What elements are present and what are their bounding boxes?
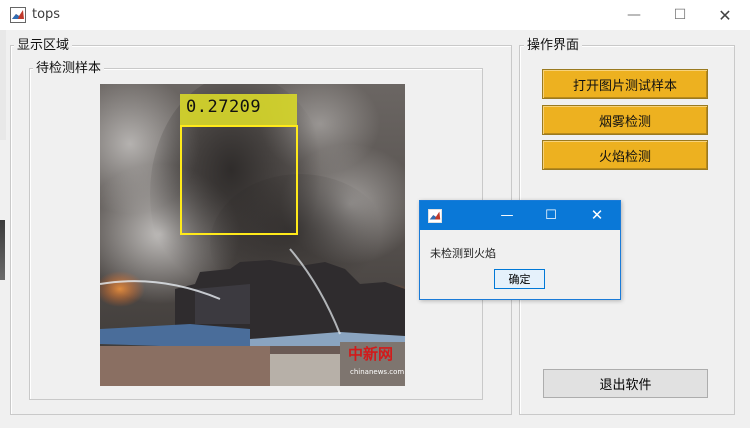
dialog-ok-button[interactable]: 确定 — [494, 269, 545, 289]
sample-panel-title: 待检测样本 — [33, 61, 105, 76]
matlab-app-icon — [428, 208, 442, 223]
detection-bounding-box — [180, 125, 298, 235]
exit-button[interactable]: 退出软件 — [543, 369, 708, 398]
watermark-logo: 中新网 — [348, 345, 394, 363]
operations-panel-title: 操作界面 — [524, 38, 583, 53]
watermark-sub: chinanews.com — [350, 368, 405, 376]
dialog-message: 未检测到火焰 — [430, 247, 496, 260]
dialog-minimize-button[interactable]: — — [498, 206, 516, 224]
background-window-edge-dark — [0, 220, 5, 280]
message-dialog: — ☐ ✕ 未检测到火焰 确定 — [419, 200, 621, 300]
open-image-button[interactable]: 打开图片测试样本 — [542, 69, 708, 99]
minimize-button[interactable]: — — [624, 6, 644, 24]
smoke-detect-button[interactable]: 烟雾检测 — [542, 105, 708, 135]
display-area-title: 显示区域 — [14, 38, 73, 53]
detection-score: 0.27209 — [186, 97, 262, 117]
close-button[interactable]: ✕ — [715, 6, 735, 25]
window-title: tops — [32, 7, 61, 22]
background-window-edge — [0, 30, 6, 140]
dialog-maximize-button[interactable]: ☐ — [542, 206, 560, 224]
maximize-button[interactable]: ☐ — [670, 6, 690, 24]
matlab-app-icon — [10, 7, 26, 23]
dialog-close-button[interactable]: ✕ — [588, 206, 606, 224]
fire-detect-button[interactable]: 火焰检测 — [542, 140, 708, 170]
